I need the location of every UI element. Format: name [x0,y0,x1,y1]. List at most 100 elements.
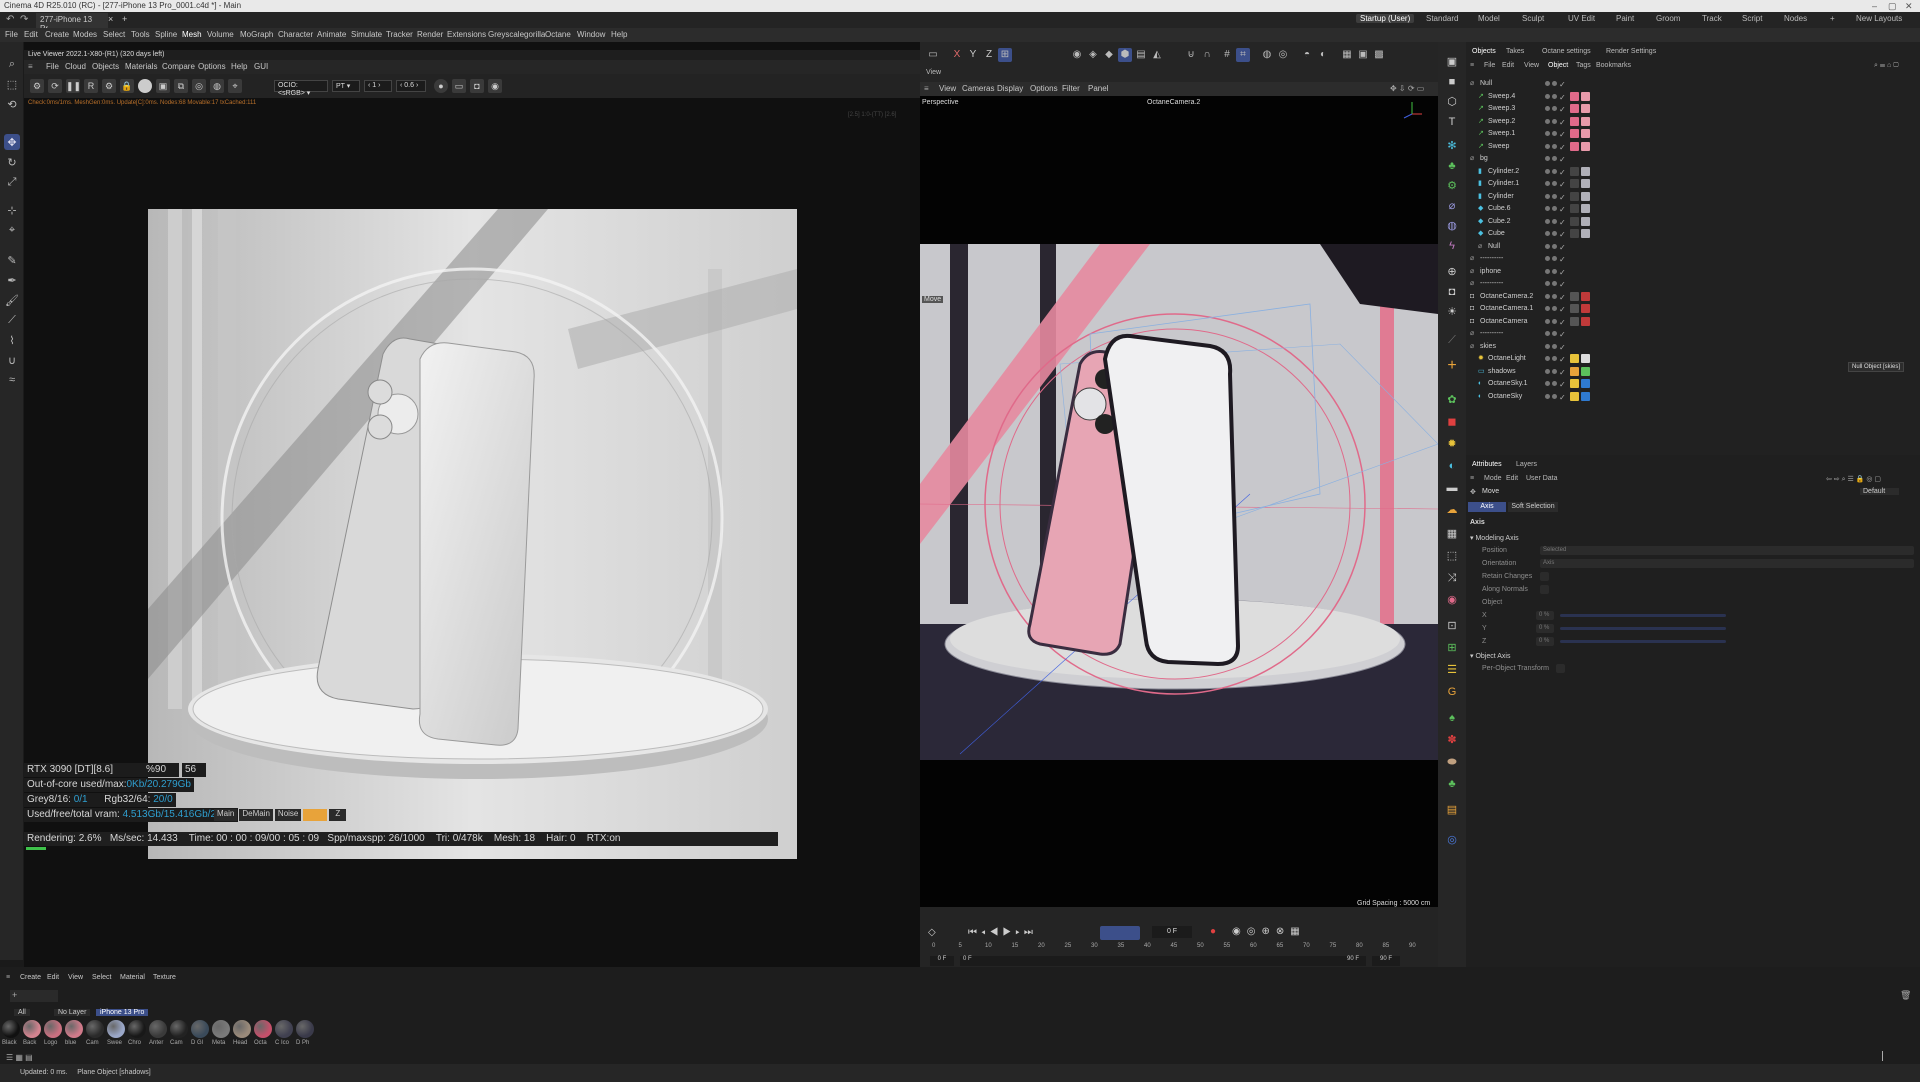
frame-field[interactable]: ‹ 1 › [364,80,392,92]
editor-visibility-dot[interactable] [1545,131,1550,136]
mat-hamburger-icon[interactable]: ≡ [6,974,10,981]
enable-check-icon[interactable]: ✓ [1559,192,1566,204]
mat-menu-edit[interactable]: Edit [47,974,59,981]
layout-script[interactable]: Script [1742,14,1762,23]
octane-sky-icon[interactable]: ◐ [1444,458,1460,474]
menu-modes[interactable]: Modes [73,30,97,39]
object-row[interactable]: ◐ OctaneSky.1 ✓ [1466,378,1920,390]
om-menu-view[interactable]: View [1524,62,1539,69]
editor-visibility-dot[interactable] [1545,343,1550,349]
undo-icon[interactable]: ↶ [6,14,14,25]
render-visibility-dot[interactable] [1552,331,1557,336]
region-icon[interactable]: ▣ [156,79,170,93]
camera-icon[interactable]: ◘ [1444,284,1460,300]
record-key-icon[interactable]: ● [1210,926,1216,937]
editor-visibility-dot[interactable] [1545,306,1550,311]
editor-visibility-dot[interactable] [1545,181,1550,186]
vp-menu-view[interactable]: View [939,84,956,93]
scale-icon[interactable]: ⤢ [4,174,20,190]
lv-menu-options[interactable]: Options [198,62,226,71]
layout-nodes[interactable]: Nodes [1784,14,1807,23]
light-icon[interactable]: ☀ [1444,304,1460,320]
object-tag-icon[interactable] [1570,316,1579,326]
effector-icon[interactable]: ⚙ [1444,178,1460,194]
points-mode-icon[interactable]: ◉ [1070,48,1084,62]
x-pct-field[interactable]: 0 % [1536,611,1554,620]
script-icon[interactable]: ◎ [1444,832,1460,848]
object-row[interactable]: ⌀ skies ✓ [1466,341,1920,353]
coordinate-icon[interactable]: ⌖ [4,222,20,238]
editor-viewport[interactable]: Perspective OctaneCamera.2 Move Grid Spa… [920,96,1438,907]
render-visibility-dot[interactable] [1552,368,1557,374]
info-icon[interactable]: ◉ [488,79,502,93]
render-visibility-dot[interactable] [1552,306,1557,311]
menu-character[interactable]: Character [278,30,313,39]
enable-check-icon[interactable]: ✓ [1559,229,1566,241]
object-row[interactable]: ◐ OctaneSky ✓ [1466,391,1920,403]
editor-visibility-dot[interactable] [1545,156,1550,161]
search-icon[interactable]: ⌕ [4,56,20,72]
group-object-axis[interactable]: ▾ Object Axis [1470,652,1510,660]
octane-material-icon[interactable]: ◉ [1444,592,1460,608]
lv-menu-cloud[interactable]: Cloud [65,62,86,71]
camera-icon[interactable]: ◘ [470,79,484,93]
render-visibility-dot[interactable] [1552,181,1557,186]
editor-visibility-dot[interactable] [1545,118,1550,124]
close-icon[interactable]: ✕ [1905,0,1913,12]
object-tag-icon[interactable] [1570,354,1579,363]
om-menu-edit[interactable]: Edit [1502,62,1514,69]
rock-icon[interactable]: ⬬ [1444,754,1460,770]
pass-main[interactable]: Main [214,809,238,821]
object-tag-icon[interactable] [1581,379,1590,388]
render-view-icon[interactable]: ◓ [1300,48,1314,62]
tab-takes[interactable]: Takes [1506,48,1524,55]
colorspace-select[interactable]: OCIO:<sRGB> ▾ [274,80,328,97]
render-visibility-dot[interactable] [1552,156,1557,161]
render-visibility-dot[interactable] [1552,81,1557,86]
object-row[interactable]: ⌀ iphone ✓ [1466,266,1920,278]
editor-visibility-dot[interactable] [1545,281,1550,286]
greyscalegorilla-icon[interactable]: G [1444,684,1460,700]
interactive-render-icon[interactable]: ◐ [1316,48,1330,62]
object-tag-icon[interactable] [1581,229,1590,238]
move-icon[interactable]: ✥ [4,134,20,150]
shuffle-icon[interactable]: ⤨ [1444,570,1460,586]
viewport-camera-label[interactable]: OctaneCamera.2 [1147,99,1200,106]
object-tag-icon[interactable] [1570,216,1579,226]
flower-icon[interactable]: ✽ [1444,732,1460,748]
enable-check-icon[interactable]: ✓ [1559,292,1566,304]
uv-mode-icon[interactable]: ▤ [1134,48,1148,62]
menu-spline[interactable]: Spline [155,30,177,39]
object-tag-icon[interactable] [1570,129,1579,138]
object-tag-icon[interactable] [1570,91,1579,101]
object-row[interactable]: ◘ OctaneCamera ✓ [1466,316,1920,328]
editor-visibility-dot[interactable] [1545,193,1550,199]
pick-focus-icon[interactable]: ◎ [192,79,206,93]
om-menu-file[interactable]: File [1484,62,1495,69]
editor-visibility-dot[interactable] [1545,106,1550,111]
render-visibility-dot[interactable] [1552,93,1557,99]
object-row[interactable]: ↗ Sweep.2 ✓ [1466,116,1920,128]
enable-check-icon[interactable]: ✓ [1559,329,1566,341]
object-tag-icon[interactable] [1581,166,1590,176]
render-mode-select[interactable]: PT ▾ [332,80,360,92]
brush-icon[interactable]: ⟋ [4,312,20,328]
object-row[interactable]: ◆ Cube.6 ✓ [1466,203,1920,215]
object-tag-icon[interactable] [1581,104,1590,113]
asset-browser-icon[interactable]: ▤ [1444,802,1460,818]
sphere-icon[interactable] [138,79,152,93]
object-tag-icon[interactable] [1570,179,1579,188]
editor-visibility-dot[interactable] [1545,318,1550,324]
material-swatch[interactable] [212,1020,230,1038]
object-tag-icon[interactable] [1570,116,1579,126]
mat-menu-view[interactable]: View [68,974,83,981]
new-layouts[interactable]: New Layouts [1856,14,1902,23]
vp-menu-cameras[interactable]: Cameras [962,84,994,93]
key-tools-icons[interactable]: ◉◎⊕⊗▦ [1232,926,1306,937]
sculpt-icon[interactable]: ≈ [4,372,20,388]
render-visibility-dot[interactable] [1552,168,1557,174]
render-visibility-dot[interactable] [1552,206,1557,211]
editor-visibility-dot[interactable] [1545,256,1550,261]
text-icon[interactable]: T [1444,114,1460,130]
object-tag-icon[interactable] [1570,391,1579,401]
